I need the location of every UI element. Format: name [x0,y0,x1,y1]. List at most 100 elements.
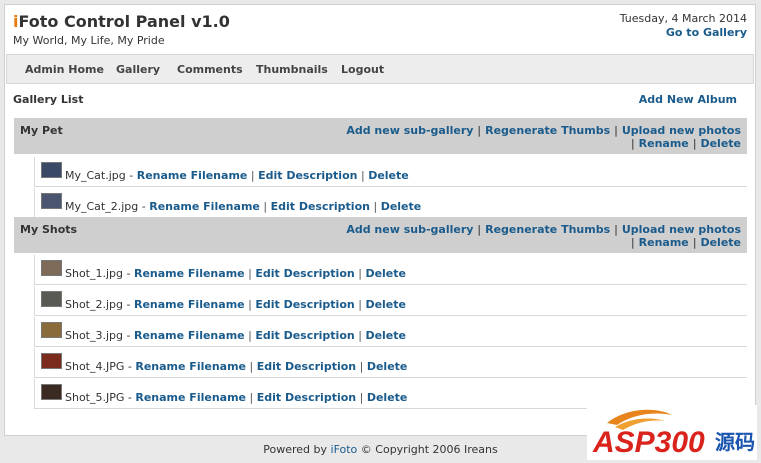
nav-thumbnails[interactable]: Thumbnails [256,63,328,76]
separator: | [473,223,486,236]
watermark-logo-graphic: ASP300 源码 [592,409,755,459]
photo-thumbnail[interactable] [41,322,62,338]
edit-description-link[interactable]: Edit Description [255,329,354,342]
separator: | [610,124,622,137]
separator: | [354,267,366,280]
add-sub-gallery-link[interactable]: Add new sub-gallery [346,124,473,137]
edit-description-link[interactable]: Edit Description [258,169,357,182]
separator: | [688,137,701,150]
photo-filename: Shot_3.jpg [65,329,124,342]
photo-filename: Shot_2.jpg [65,298,124,311]
separator: - [125,169,137,182]
separator: | [247,169,259,182]
photo-thumbnail[interactable] [41,353,62,369]
photo-row: My_Cat.jpg - Rename Filename | Edit Desc… [34,157,747,187]
photo-filename: My_Cat_2.jpg [65,200,139,213]
rename-filename-link[interactable]: Rename Filename [134,329,245,342]
app-title: iFoto Control Panel v1.0 [13,12,230,31]
separator: | [357,169,369,182]
separator: | [244,329,256,342]
separator: | [244,298,256,311]
separator: | [354,298,366,311]
rename-filename-link[interactable]: Rename Filename [134,267,245,280]
delete-photo-link[interactable]: Delete [367,360,408,373]
photo-row: Shot_2.jpg - Rename Filename | Edit Desc… [34,286,747,316]
separator: | [246,391,257,404]
upload-photos-link[interactable]: Upload new photos [622,124,741,137]
separator: | [244,267,256,280]
upload-photos-link[interactable]: Upload new photos [622,223,741,236]
photo-row: My_Cat_2.jpg - Rename Filename | Edit De… [34,188,747,218]
footer-brand-link[interactable]: iFoto [331,443,358,456]
rename-filename-link[interactable]: Rename Filename [135,360,246,373]
separator: | [246,360,257,373]
delete-album-link[interactable]: Delete [700,236,741,249]
nav-gallery[interactable]: Gallery [116,63,160,76]
photo-thumbnail[interactable] [41,260,62,276]
delete-photo-link[interactable]: Delete [365,298,406,311]
asp300-watermark-logo: ASP300 源码 [587,405,757,460]
current-date: Tuesday, 4 March 2014 [619,12,747,25]
separator: | [688,236,701,249]
nav-logout[interactable]: Logout [341,63,384,76]
separator: - [123,267,134,280]
separator: | [356,391,367,404]
photo-filename: Shot_5.JPG [65,391,125,404]
delete-photo-link[interactable]: Delete [368,169,409,182]
delete-photo-link[interactable]: Delete [381,200,422,213]
separator: | [356,360,367,373]
photo-thumbnail[interactable] [41,291,62,307]
delete-photo-link[interactable]: Delete [365,329,406,342]
delete-album-link[interactable]: Delete [700,137,741,150]
nav-comments[interactable]: Comments [177,63,243,76]
photo-line: Shot_3.jpg - Rename Filename | Edit Desc… [65,329,406,342]
photo-line: My_Cat_2.jpg - Rename Filename | Edit De… [65,200,421,213]
rename-album-link[interactable]: Rename [639,236,689,249]
photo-line: Shot_5.JPG - Rename Filename | Edit Desc… [65,391,407,404]
watermark-cn-text: 源码 [715,430,755,454]
go-to-gallery-link[interactable]: Go to Gallery [666,26,747,39]
separator: | [610,223,622,236]
photo-thumbnail[interactable] [41,384,62,400]
add-new-album-link[interactable]: Add New Album [639,93,737,106]
separator: | [473,124,486,137]
footer-copyright: © Copyright 2006 Ireans [360,443,498,456]
edit-description-link[interactable]: Edit Description [271,200,370,213]
photo-thumbnail[interactable] [41,162,62,178]
photo-row: Shot_4.JPG - Rename Filename | Edit Desc… [34,348,747,378]
footer-prefix: Powered by [263,443,328,456]
separator: | [369,200,381,213]
add-sub-gallery-link[interactable]: Add new sub-gallery [346,223,473,236]
photo-line: Shot_2.jpg - Rename Filename | Edit Desc… [65,298,406,311]
album-header: My Shots Add new sub-gallery | Regenerate… [14,217,747,253]
regenerate-thumbs-link[interactable]: Regenerate Thumbs [485,223,610,236]
separator: - [124,360,136,373]
photo-line: Shot_1.jpg - Rename Filename | Edit Desc… [65,267,406,280]
rename-filename-link[interactable]: Rename Filename [137,169,248,182]
photo-line: Shot_4.JPG - Rename Filename | Edit Desc… [65,360,407,373]
rename-album-link[interactable]: Rename [639,137,689,150]
separator: - [123,329,134,342]
separator: | [354,329,366,342]
tagline: My World, My Life, My Pride [13,34,165,47]
nav-admin-home[interactable]: Admin Home [25,63,104,76]
gallery-list-title: Gallery List [13,93,84,106]
watermark-text: ASP300 [592,426,705,459]
rename-filename-link[interactable]: Rename Filename [134,298,245,311]
edit-description-link[interactable]: Edit Description [257,391,356,404]
delete-photo-link[interactable]: Delete [367,391,408,404]
edit-description-link[interactable]: Edit Description [257,360,356,373]
rename-filename-link[interactable]: Rename Filename [135,391,246,404]
edit-description-link[interactable]: Edit Description [255,298,354,311]
photo-thumbnail[interactable] [41,193,62,209]
separator: | [630,137,639,150]
edit-description-link[interactable]: Edit Description [255,267,354,280]
album-actions: Add new sub-gallery | Regenerate Thumbs … [341,223,741,249]
album-header: My Pet Add new sub-gallery | Regenerate T… [14,118,747,154]
app-title-text: Foto Control Panel v1.0 [18,12,230,31]
delete-photo-link[interactable]: Delete [365,267,406,280]
control-panel: iFoto Control Panel v1.0 My World, My Li… [4,4,756,436]
regenerate-thumbs-link[interactable]: Regenerate Thumbs [485,124,610,137]
separator: | [259,200,271,213]
rename-filename-link[interactable]: Rename Filename [149,200,260,213]
